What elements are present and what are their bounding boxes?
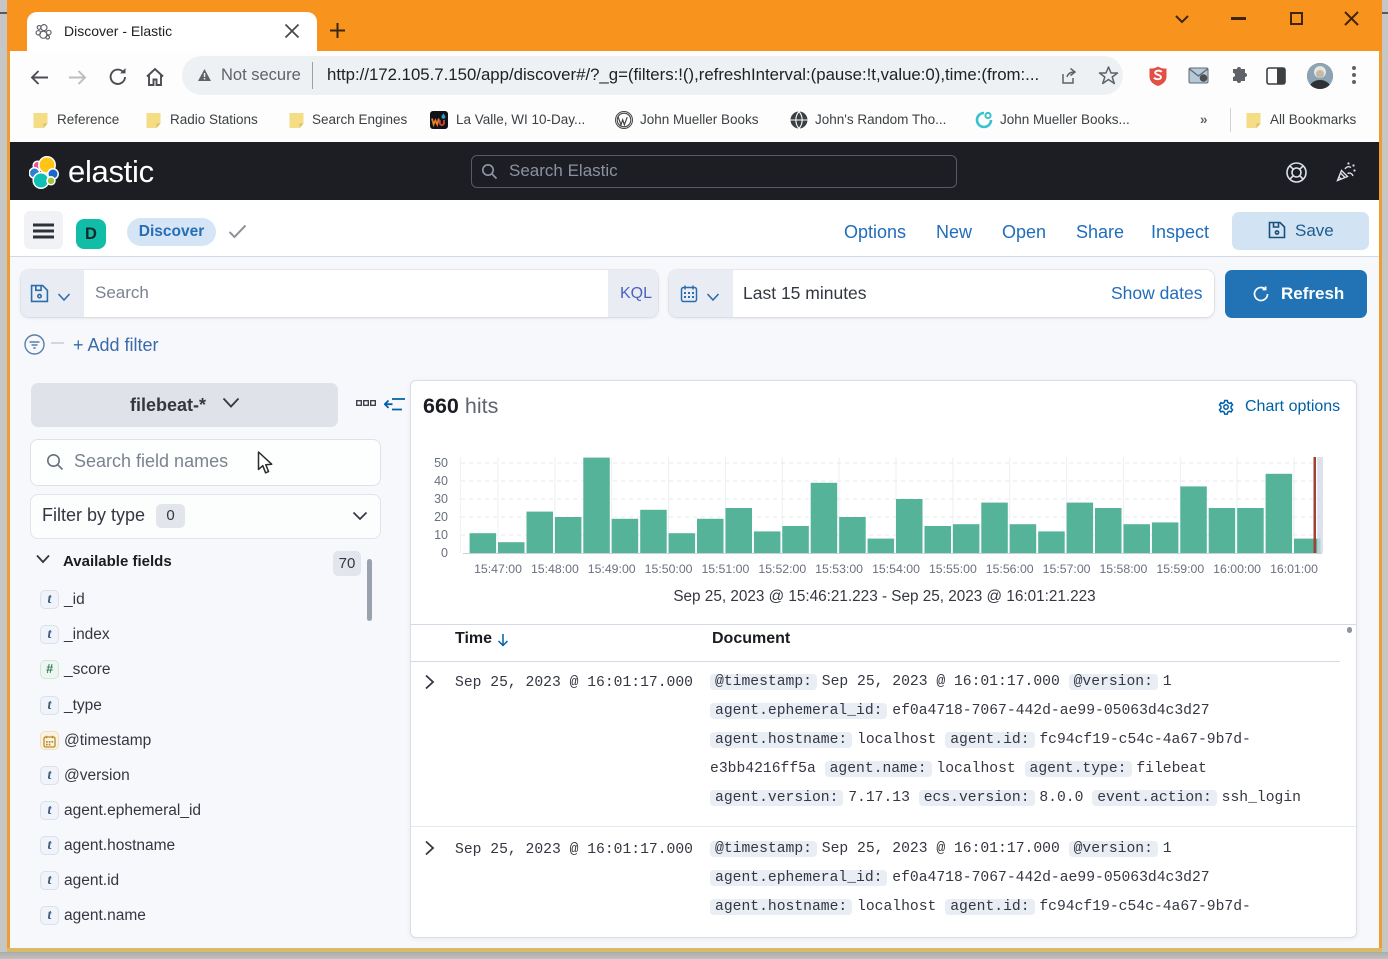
svg-text:16:00:00: 16:00:00 <box>1213 562 1261 576</box>
svg-text:50: 50 <box>434 456 448 470</box>
svg-text:15:55:00: 15:55:00 <box>929 562 977 576</box>
svg-text:15:48:00: 15:48:00 <box>531 562 579 576</box>
svg-text:15:57:00: 15:57:00 <box>1043 562 1091 576</box>
svg-text:20: 20 <box>434 510 448 524</box>
svg-text:15:54:00: 15:54:00 <box>872 562 920 576</box>
svg-text:15:47:00: 15:47:00 <box>474 562 522 576</box>
svg-text:40: 40 <box>434 474 448 488</box>
svg-text:15:56:00: 15:56:00 <box>986 562 1034 576</box>
svg-text:10: 10 <box>434 528 448 542</box>
svg-text:15:59:00: 15:59:00 <box>1156 562 1204 576</box>
svg-text:0: 0 <box>441 546 448 560</box>
svg-text:30: 30 <box>434 492 448 506</box>
svg-text:15:51:00: 15:51:00 <box>701 562 749 576</box>
svg-text:16:01:00: 16:01:00 <box>1270 562 1318 576</box>
svg-text:15:49:00: 15:49:00 <box>588 562 636 576</box>
svg-text:15:50:00: 15:50:00 <box>645 562 693 576</box>
svg-text:15:52:00: 15:52:00 <box>758 562 806 576</box>
svg-text:15:58:00: 15:58:00 <box>1099 562 1147 576</box>
svg-text:15:53:00: 15:53:00 <box>815 562 863 576</box>
